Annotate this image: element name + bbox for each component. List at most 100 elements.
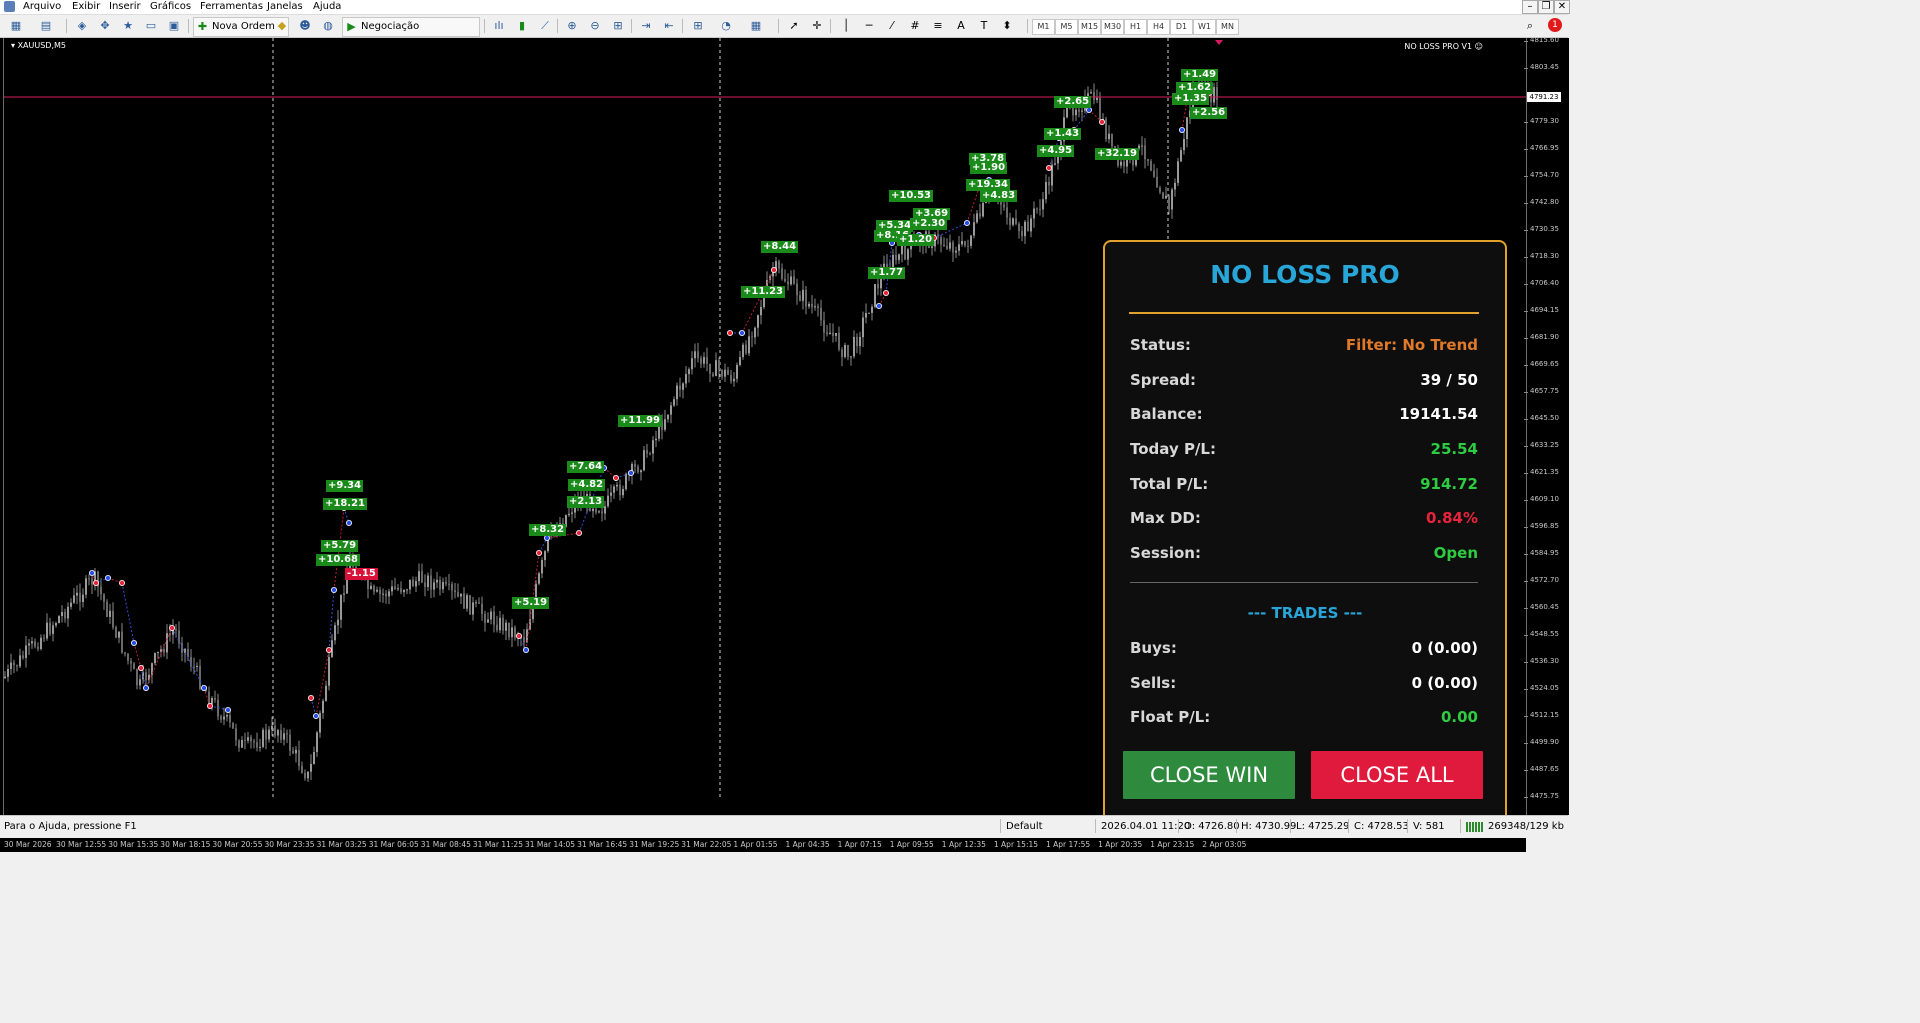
close-button[interactable]: ✕: [1554, 0, 1570, 14]
timeframe-m5[interactable]: M5: [1055, 19, 1078, 35]
time-scale[interactable]: 30 Mar 2026 30 Mar 12:55 30 Mar 15:35 30 Ma…: [0, 838, 1526, 852]
cursor-icon[interactable]: ➚: [786, 18, 802, 34]
candle-body: [847, 344, 849, 357]
zoom-out-icon[interactable]: ⊖: [587, 18, 603, 34]
crosshair-icon[interactable]: ✛: [809, 18, 825, 34]
shift-marker-icon[interactable]: [1215, 40, 1223, 45]
menu-exibir[interactable]: Exibir: [72, 1, 100, 12]
candle-body: [1054, 163, 1056, 165]
trade-pl-tag: +18.21: [323, 498, 368, 510]
candle-body: [298, 749, 300, 766]
market-watch-icon[interactable]: ◈: [74, 18, 90, 34]
menu-arquivo[interactable]: Arquivo: [23, 1, 61, 12]
menu-ajuda[interactable]: Ajuda: [313, 1, 341, 12]
channel-icon[interactable]: ≡: [930, 18, 946, 34]
session-row: Session: Open: [1130, 544, 1478, 564]
candle-body: [688, 369, 690, 375]
candle-body: [229, 715, 231, 723]
candle-body: [433, 582, 435, 590]
candle-body: [109, 610, 111, 617]
new-chart-icon[interactable]: ▦: [8, 18, 24, 34]
price-tick: 4536.30: [1524, 657, 1559, 665]
status-separator: [1178, 819, 1179, 833]
restore-button[interactable]: ❐: [1538, 0, 1554, 14]
price-scale[interactable]: 4815.60 4803.45 4779.30 4766.95 4754.70 4742.…: [1524, 36, 1569, 815]
bar-chart-icon[interactable]: ılı: [491, 18, 507, 34]
timeframe-d1[interactable]: D1: [1170, 19, 1193, 35]
price-tick: 4754.70: [1524, 171, 1559, 179]
candle-body: [1171, 189, 1173, 210]
text-label-icon[interactable]: T: [976, 18, 992, 34]
trendline-icon[interactable]: ⁄: [884, 18, 900, 34]
candle-body: [1105, 118, 1107, 140]
menu-janelas[interactable]: Janelas: [267, 1, 303, 12]
horizontal-line-icon[interactable]: ─: [861, 18, 877, 34]
candle-body: [250, 737, 252, 742]
minimize-button[interactable]: –: [1522, 0, 1538, 14]
trades-header: --- TRADES ---: [1247, 604, 1363, 622]
line-chart-icon[interactable]: ⟋: [537, 18, 553, 34]
candle-body: [448, 583, 450, 585]
trade-lines-group: [91, 87, 1210, 717]
copy-trading-icon[interactable]: ☻: [297, 18, 313, 34]
search-icon[interactable]: ⌕: [1522, 18, 1538, 34]
arrows-icon[interactable]: ⬍: [999, 18, 1015, 34]
candle-body: [181, 643, 183, 653]
profiles-icon[interactable]: ▤: [38, 18, 54, 34]
candle-body: [679, 385, 681, 390]
time-tick: 1 Apr 04:35: [785, 840, 830, 849]
trade-marker: [883, 289, 890, 296]
session-value: Open: [1433, 544, 1478, 562]
candle-body: [1024, 221, 1026, 237]
templates-icon[interactable]: ▦: [748, 18, 764, 34]
close-all-button[interactable]: CLOSE ALL: [1311, 751, 1483, 799]
candle-body: [1168, 195, 1170, 210]
text-icon[interactable]: A: [953, 18, 969, 34]
timeframe-h4[interactable]: H4: [1147, 19, 1170, 35]
periods-icon[interactable]: ◔: [718, 18, 734, 34]
terminal-icon[interactable]: ▭: [143, 18, 159, 34]
close-win-button[interactable]: CLOSE WIN: [1123, 751, 1295, 799]
data-window-icon[interactable]: ★: [120, 18, 136, 34]
menu-ferramentas[interactable]: Ferramentas: [200, 1, 263, 12]
time-tick: 1 Apr 01:55: [733, 840, 778, 849]
timeframe-mn[interactable]: MN: [1216, 19, 1239, 35]
candle-body: [700, 358, 702, 364]
trade-pl-tag: +10.68: [316, 554, 361, 566]
timeframe-w1[interactable]: W1: [1193, 19, 1216, 35]
candle-body: [1015, 218, 1017, 224]
candlestick-icon[interactable]: ▮: [514, 18, 530, 34]
candle-body: [778, 261, 780, 269]
today-pl-label: Today P/L:: [1130, 440, 1216, 458]
candle-body: [1009, 217, 1011, 225]
chart-shift-icon[interactable]: ⇤: [661, 18, 677, 34]
strategy-tester-icon[interactable]: ▣: [166, 18, 182, 34]
auto-scroll-icon[interactable]: ⇥: [638, 18, 654, 34]
trade-marker: [628, 469, 635, 476]
candle-body: [7, 668, 9, 677]
candle-body: [982, 202, 984, 217]
notifications-badge[interactable]: 1: [1548, 18, 1562, 32]
tile-windows-icon[interactable]: ⊞: [610, 18, 626, 34]
candle-body: [1108, 133, 1110, 140]
vertical-line-icon[interactable]: │: [838, 18, 854, 34]
algo-trading-button[interactable]: ▶ Negociação Automatizada: [342, 17, 480, 50]
timeframe-m15[interactable]: M15: [1078, 19, 1101, 35]
navigator-icon[interactable]: ✥: [97, 18, 113, 34]
timeframe-h1[interactable]: H1: [1124, 19, 1147, 35]
profile-name[interactable]: Default: [1006, 821, 1043, 832]
community-icon[interactable]: ◍: [320, 18, 336, 34]
zoom-in-icon[interactable]: ⊕: [564, 18, 580, 34]
menu-graficos[interactable]: Gráficos: [150, 1, 191, 12]
chart-window[interactable]: ▾ XAUUSD,M5 NO LOSS PRO V1 ☺ +1.49 +1.62 +…: [0, 36, 1569, 852]
metaeditor-icon[interactable]: ◆: [274, 18, 290, 34]
timeframe-m30[interactable]: M30: [1101, 19, 1124, 35]
indicators-icon[interactable]: ⊞: [690, 18, 706, 34]
candle-body: [469, 595, 471, 615]
fibonacci-icon[interactable]: #: [907, 18, 923, 34]
menu-inserir[interactable]: Inserir: [109, 1, 141, 12]
timeframe-m1[interactable]: M1: [1032, 19, 1055, 35]
time-tick: 1 Apr 12:35: [941, 840, 986, 849]
candle-body: [850, 356, 852, 358]
candle-body: [1159, 187, 1161, 193]
